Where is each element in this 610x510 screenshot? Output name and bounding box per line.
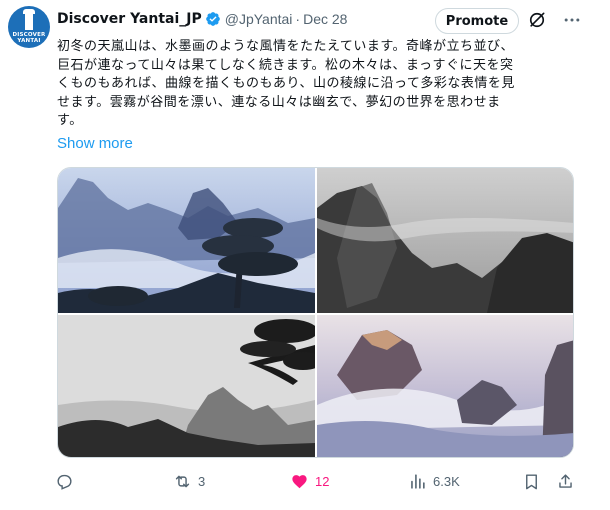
bookmark-button[interactable]	[522, 470, 541, 492]
reply-button[interactable]	[55, 470, 80, 492]
tweet-text-line: 巨石が連なって山々は果てしなく続きます。松の木々は、まっすぐに天を突	[57, 57, 514, 73]
tweet-text-line: せます。雲霧が谷間を漂い、連なる山々は幽玄で、夢幻の世界を思わせま	[57, 94, 501, 110]
photo-misty-blue-peaks[interactable]	[58, 168, 315, 313]
like-button[interactable]: 12	[290, 470, 329, 492]
tweet-text-line: す。	[57, 113, 83, 128]
retweet-count: 3	[198, 473, 206, 489]
retweet-button[interactable]: 3	[173, 470, 205, 492]
tweet-text-line: くものもあれば、曲線を描くものもあり、山の稜線に沿って多彩な表情を見	[57, 76, 515, 91]
avatar[interactable]: DISCOVER YANTAI	[8, 6, 50, 48]
lighthouse-body	[25, 12, 33, 30]
verified-badge-icon[interactable]	[205, 11, 221, 27]
show-more-link[interactable]: Show more	[57, 135, 133, 152]
like-count: 12	[315, 473, 330, 489]
display-name[interactable]: Discover Yantai_JP	[57, 11, 202, 27]
views-count: 6.3K	[433, 473, 460, 489]
grok-icon[interactable]	[527, 10, 547, 30]
tweet-text: 初冬の天嵐山は、水墨画のような風情をたたえています。奇峰が立ち並び、 巨石が連な…	[57, 38, 587, 131]
handle[interactable]: @JpYantai	[225, 11, 293, 27]
photo-gray-cliffs[interactable]	[317, 168, 573, 313]
share-icon	[559, 473, 572, 488]
share-button[interactable]	[556, 470, 575, 492]
promote-button[interactable]: Promote	[435, 8, 519, 34]
action-bar: 3 12 6.3K	[0, 470, 610, 492]
avatar-text-line-2: YANTAI	[17, 38, 41, 44]
tweet-header: Discover Yantai_JP @JpYantai · Dec 28	[57, 8, 347, 30]
heart-icon	[292, 474, 307, 488]
photo-sunlit-peaks-clouds[interactable]	[317, 315, 573, 457]
retweet-icon	[175, 475, 190, 487]
tweet-text-line: 初冬の天嵐山は、水墨画のような風情をたたえています。奇峰が立ち並び、	[57, 39, 515, 54]
media-grid	[57, 167, 574, 458]
more-options-icon[interactable]	[562, 10, 582, 30]
reply-icon	[57, 474, 72, 490]
separator-dot: ·	[295, 11, 301, 27]
photo-bw-pine-mist[interactable]	[58, 315, 315, 457]
views-button[interactable]: 6.3K	[408, 470, 460, 492]
views-chart-icon	[411, 473, 425, 489]
bookmark-icon	[526, 473, 537, 489]
post-date[interactable]: Dec 28	[303, 11, 347, 27]
